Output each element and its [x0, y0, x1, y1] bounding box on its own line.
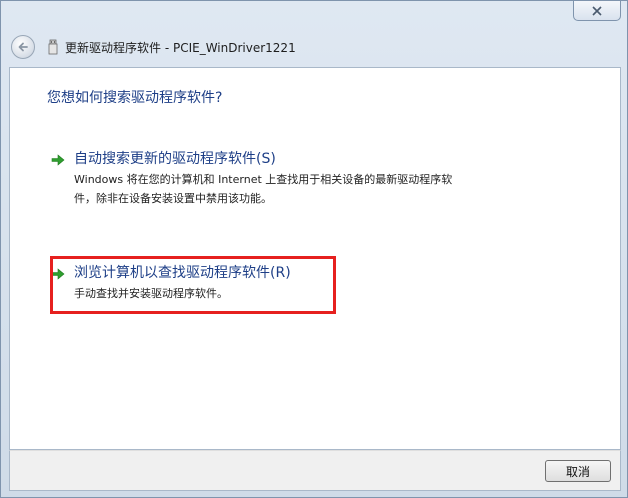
green-arrow-icon: [51, 154, 65, 166]
option-auto-search-title[interactable]: 自动搜索更新的驱动程序软件(S): [74, 149, 452, 169]
option-auto-search[interactable]: 自动搜索更新的驱动程序软件(S) Windows 将在您的计算机和 Intern…: [50, 149, 520, 208]
dialog-title: 更新驱动程序软件 - PCIE_WinDriver1221: [65, 40, 296, 55]
back-button[interactable]: [11, 35, 35, 59]
option-browse-computer-description: 手动查找并安装驱动程序软件。: [74, 287, 228, 300]
back-arrow-icon: [18, 42, 28, 52]
dialog-titlebar: 更新驱动程序软件 - PCIE_WinDriver1221: [9, 31, 621, 63]
option-auto-search-description-line1: Windows 将在您的计算机和 Internet 上查找用于相关设备的最新驱动…: [74, 173, 453, 186]
option-auto-search-description-line2: 件，除非在设备安装设置中禁用该功能。: [74, 192, 272, 205]
cancel-button[interactable]: 取消: [545, 460, 611, 482]
close-icon: [592, 5, 602, 16]
close-button[interactable]: [573, 1, 621, 21]
dialog-window: 更新驱动程序软件 - PCIE_WinDriver1221 您想如何搜索驱动程序…: [0, 0, 628, 498]
dialog-footer: 取消: [9, 450, 621, 491]
option-browse-computer[interactable]: 浏览计算机以查找驱动程序软件(R) 手动查找并安装驱动程序软件。: [50, 263, 520, 303]
page-heading: 您想如何搜索驱动程序软件?: [47, 90, 223, 106]
green-arrow-icon: [51, 268, 65, 280]
option-browse-computer-title[interactable]: 浏览计算机以查找驱动程序软件(R): [74, 263, 291, 283]
content-panel: 您想如何搜索驱动程序软件? 自动搜索更新的驱动程序软件(S) Windows 将…: [9, 67, 621, 450]
usb-device-icon: [48, 39, 58, 55]
